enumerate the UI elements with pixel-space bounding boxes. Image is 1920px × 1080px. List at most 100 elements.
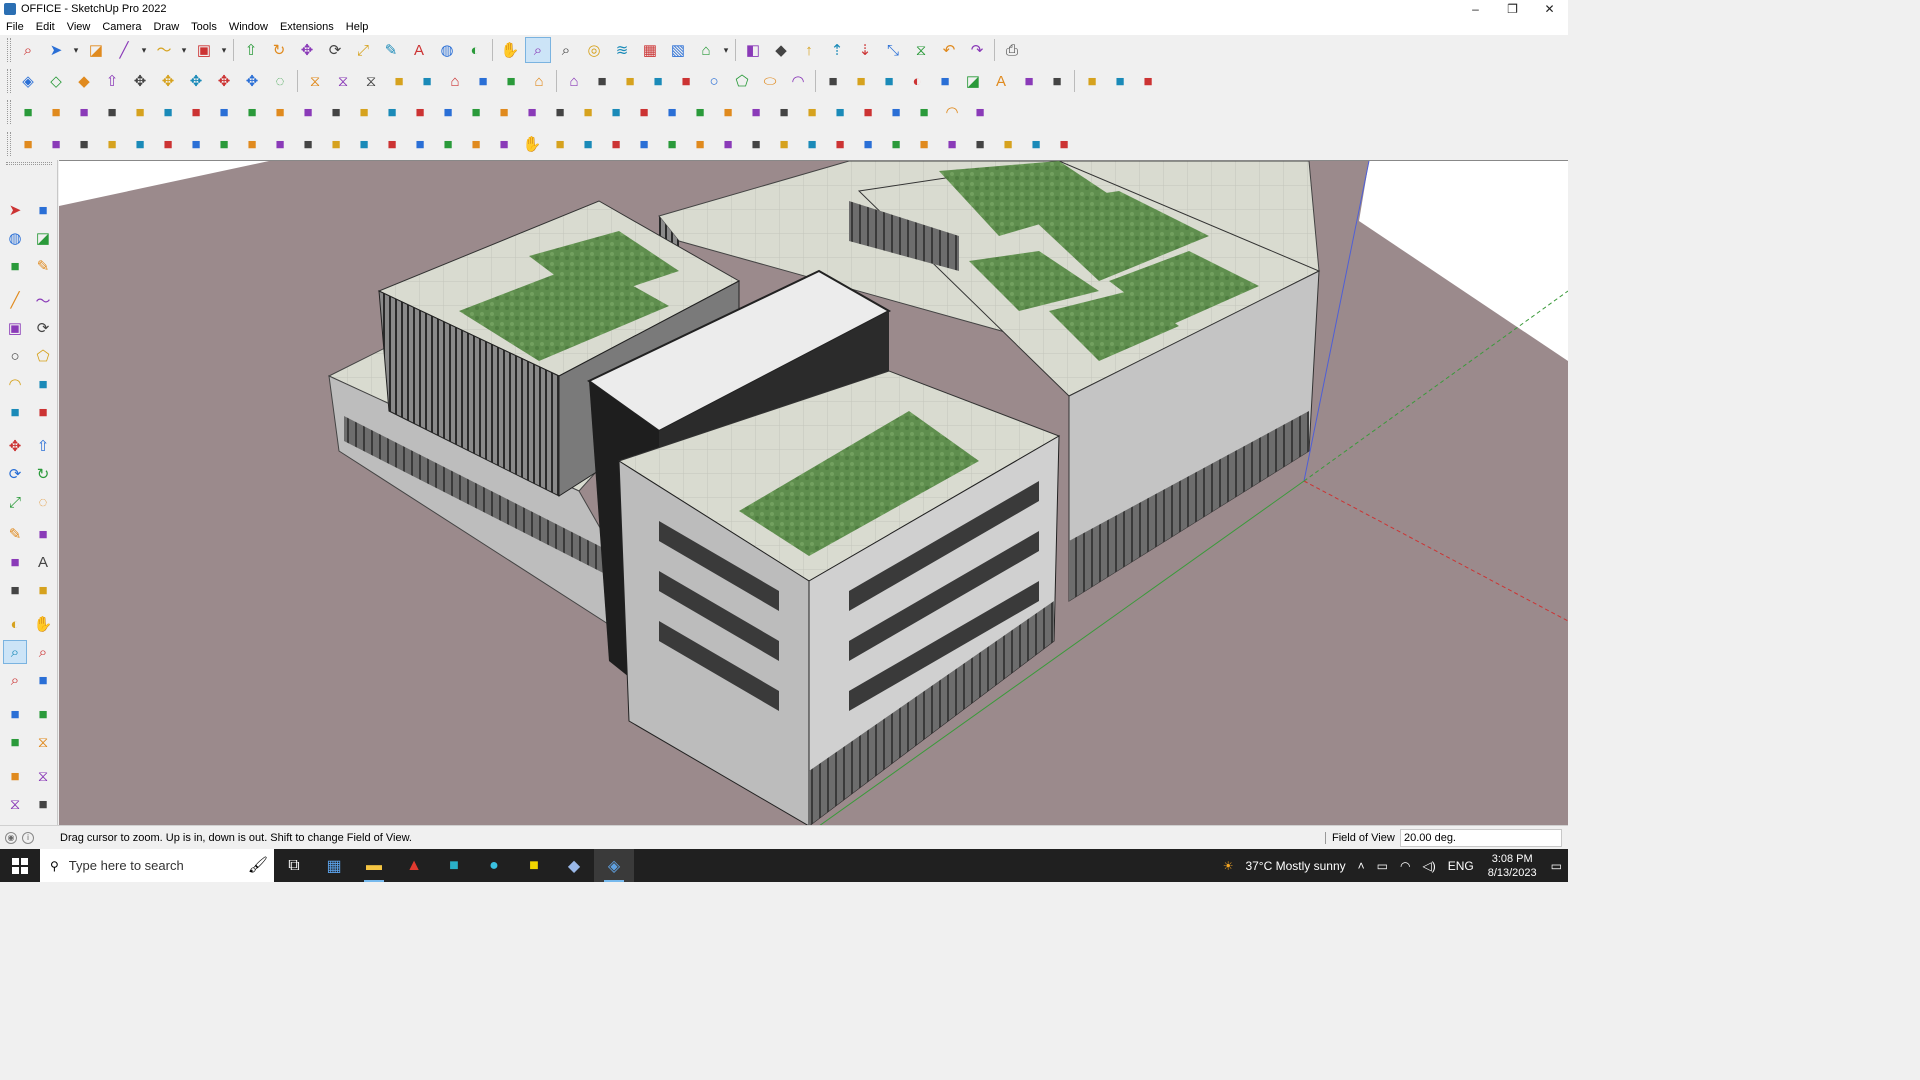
leaf-tool[interactable]: ■ xyxy=(911,131,937,157)
two-point-arc-tool[interactable]: ■ xyxy=(31,372,55,396)
print-tool[interactable]: ⎙ xyxy=(999,37,1025,63)
wifi-icon[interactable]: ◠ xyxy=(1400,859,1410,873)
frame-tool[interactable]: ■ xyxy=(239,99,265,125)
house-tool[interactable]: ⌂ xyxy=(442,68,468,94)
start-button[interactable] xyxy=(0,849,40,882)
zoom-extents-tool[interactable]: ⌕ xyxy=(3,668,27,692)
toolbar-grip[interactable] xyxy=(7,100,11,124)
paint-bucket-tool[interactable]: ◍ xyxy=(3,226,27,250)
position-camera-tool[interactable]: ■ xyxy=(3,702,27,726)
stripe-4-tool[interactable]: ■ xyxy=(687,131,713,157)
dropdown-tool[interactable]: ▾ xyxy=(219,37,229,63)
model-viewport[interactable] xyxy=(59,160,1568,825)
undo-tool[interactable]: ↶ xyxy=(936,37,962,63)
calculator-button[interactable]: ▦ xyxy=(314,849,354,882)
column-2-tool[interactable]: ■ xyxy=(435,131,461,157)
move-red-tool[interactable]: ✥ xyxy=(127,68,153,94)
restore-button[interactable]: ❐ xyxy=(1494,0,1531,18)
door-tool[interactable]: ■ xyxy=(379,131,405,157)
section-plane-tool[interactable]: ⧖ xyxy=(302,68,328,94)
rope-tool[interactable]: ■ xyxy=(519,99,545,125)
snake-tool[interactable]: ■ xyxy=(183,131,209,157)
plane-green-tool[interactable]: ■ xyxy=(99,99,125,125)
eraser-tool[interactable]: ◪ xyxy=(83,37,109,63)
path-tool[interactable]: ■ xyxy=(323,99,349,125)
bezier-tool[interactable]: ■ xyxy=(876,68,902,94)
plane-red-tool[interactable]: ■ xyxy=(127,99,153,125)
front-view-tool[interactable]: ◆ xyxy=(71,68,97,94)
ribbon-tool[interactable]: ■ xyxy=(995,131,1021,157)
cross-green-tool[interactable]: ■ xyxy=(379,99,405,125)
app-3-button[interactable]: ■ xyxy=(434,849,474,882)
pie-tool[interactable]: ■ xyxy=(31,400,55,424)
component-tool[interactable]: ◧ xyxy=(740,37,766,63)
move-tool[interactable]: ✥ xyxy=(3,434,27,458)
flask-tool[interactable]: ■ xyxy=(435,99,461,125)
zoom-tool[interactable]: ⌕ xyxy=(525,37,551,63)
rotate-tool[interactable]: ⟳ xyxy=(3,462,27,486)
cross-red-tool[interactable]: ■ xyxy=(351,99,377,125)
freehand-tool[interactable]: 〜 xyxy=(31,288,55,312)
dimension-tool[interactable]: ■ xyxy=(31,522,55,546)
task-view-button[interactable]: ⧉ xyxy=(274,849,314,882)
arrow-tool[interactable]: ■ xyxy=(547,131,573,157)
ball-tool[interactable]: ■ xyxy=(239,131,265,157)
paint-bucket-tool[interactable]: ◍ xyxy=(434,37,460,63)
move-tool[interactable]: ✥ xyxy=(294,37,320,63)
measurements-input[interactable] xyxy=(1400,829,1562,847)
lasso-tool[interactable]: ■ xyxy=(932,68,958,94)
sketchup-taskbar-button[interactable]: ◈ xyxy=(594,849,634,882)
rotated-rectangle-tool[interactable]: ⟳ xyxy=(31,316,55,340)
dropdown-tool[interactable]: ▾ xyxy=(179,37,189,63)
tape-tool[interactable]: ✎ xyxy=(378,37,404,63)
warehouse-tool[interactable]: ⌂ xyxy=(693,37,719,63)
block-tool[interactable]: ■ xyxy=(743,99,769,125)
home-tool[interactable]: ⌂ xyxy=(526,68,552,94)
line-tool[interactable]: ╱ xyxy=(111,37,137,63)
clock[interactable]: 3:08 PM 8/13/2023 xyxy=(1488,852,1537,880)
pan-tool[interactable]: ✋ xyxy=(497,37,523,63)
language-indicator[interactable]: ENG xyxy=(1448,859,1474,873)
pattern-tool[interactable]: ■ xyxy=(743,131,769,157)
minimize-button[interactable]: – xyxy=(1457,0,1494,18)
window-2-tool[interactable]: ■ xyxy=(855,99,881,125)
section-cuts-tool[interactable]: ⧖ xyxy=(31,764,55,788)
circle-tool[interactable]: ○ xyxy=(701,68,727,94)
wall-4-tool[interactable]: ■ xyxy=(771,131,797,157)
spline-tool[interactable]: ■ xyxy=(820,68,846,94)
credits-icon[interactable]: i xyxy=(22,831,34,844)
section-fill-tool[interactable]: ⧖ xyxy=(358,68,384,94)
arc-tool[interactable]: ◠ xyxy=(785,68,811,94)
text-tool[interactable]: A xyxy=(31,550,55,574)
comb-tool[interactable]: ■ xyxy=(883,131,909,157)
ellipse-tool[interactable]: ⬭ xyxy=(757,68,783,94)
camera-tool[interactable]: ■ xyxy=(1044,68,1070,94)
stairs-tool[interactable]: ■ xyxy=(687,99,713,125)
taskbar-search[interactable]: ⚲ Type here to search 🖌 xyxy=(40,849,274,882)
plane-yellow-tool[interactable]: ■ xyxy=(71,99,97,125)
tape-tool[interactable]: ✎ xyxy=(3,522,27,546)
warehouse-2-tool[interactable]: ⌂ xyxy=(561,68,587,94)
pencil-tool[interactable]: ■ xyxy=(673,68,699,94)
shapes-tool[interactable]: ■ xyxy=(715,99,741,125)
toolbar-grip[interactable] xyxy=(6,162,52,165)
roof-2-tool[interactable]: ■ xyxy=(771,99,797,125)
menu-draw[interactable]: Draw xyxy=(153,21,179,33)
menu-tools[interactable]: Tools xyxy=(191,21,217,33)
polygon-tool[interactable]: ⬠ xyxy=(729,68,755,94)
diamond-tool[interactable]: ■ xyxy=(1051,131,1077,157)
brick-tool[interactable]: ■ xyxy=(267,99,293,125)
beam-tool[interactable]: ■ xyxy=(463,131,489,157)
tape-measure-tool[interactable]: ✎ xyxy=(31,254,55,278)
building-tool[interactable]: ■ xyxy=(470,68,496,94)
knot-tool[interactable]: ■ xyxy=(547,99,573,125)
follow-me-tool[interactable]: ↻ xyxy=(31,462,55,486)
lattice-tool[interactable]: ■ xyxy=(155,131,181,157)
roof-tool[interactable]: ■ xyxy=(498,68,524,94)
text-tool[interactable]: A xyxy=(406,37,432,63)
push-pull-tool[interactable]: ⇧ xyxy=(99,68,125,94)
menu-edit[interactable]: Edit xyxy=(36,21,55,33)
cube-tool[interactable]: ■ xyxy=(211,131,237,157)
close-button[interactable]: ✕ xyxy=(1531,0,1568,18)
scene-tool[interactable]: ⤡ xyxy=(880,37,906,63)
